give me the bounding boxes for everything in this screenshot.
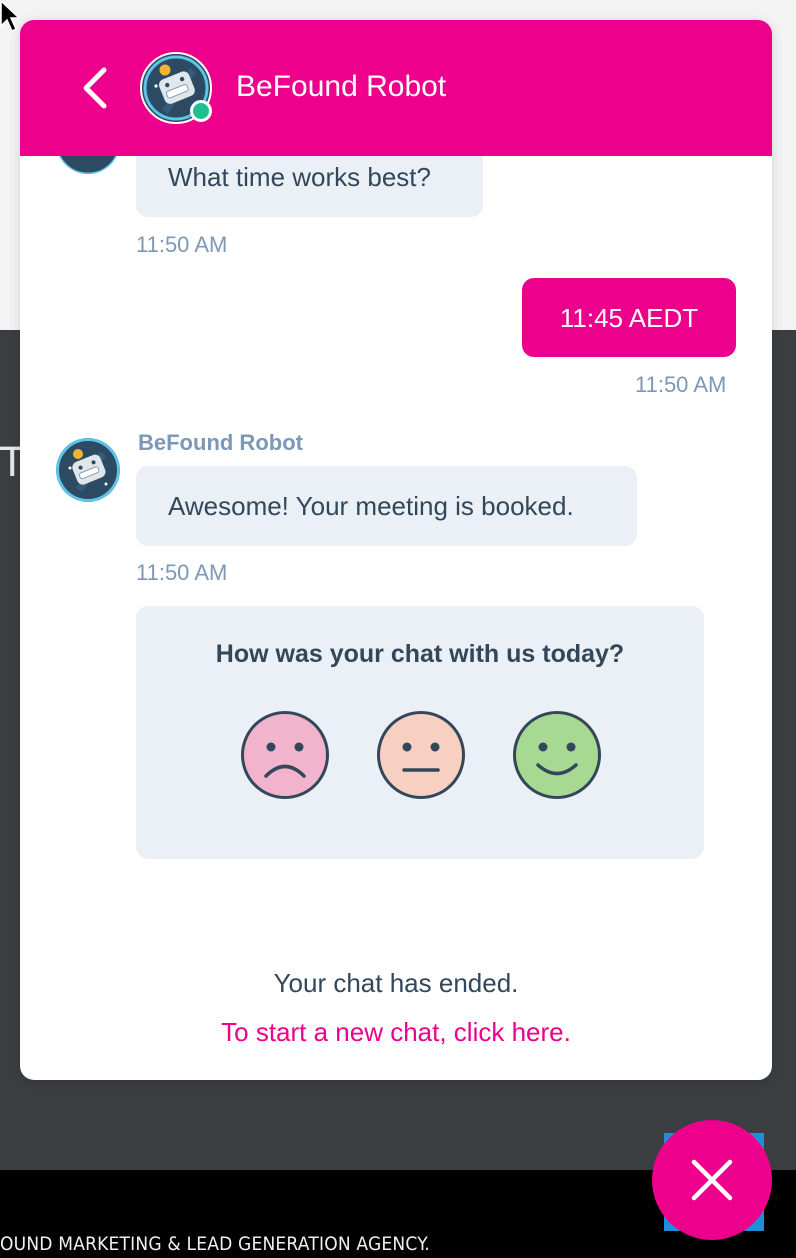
message-timestamp: 11:50 AM [635,372,727,397]
robot-icon [56,438,120,502]
mouse-cursor-icon [0,0,22,39]
sad-face-icon[interactable] [240,710,330,800]
chevron-left-icon [83,67,107,109]
neutral-face-icon[interactable] [376,710,466,800]
new-chat-link[interactable]: To start a new chat, click here. [20,1017,772,1048]
chat-header: BeFound Robot [20,20,772,156]
happy-face-icon[interactable] [512,710,602,800]
message-bubble-bot: What time works best? [136,156,483,217]
page-footer-text: OUND MARKETING & LEAD GENERATION AGENCY. [0,1233,430,1255]
header-title: BeFound Robot [236,70,447,103]
close-chat-button[interactable] [652,1120,772,1240]
message-bubble-user: 11:45 AEDT [522,278,736,357]
message-text: What time works best? [168,162,431,192]
chat-widget: What time works best? 11:50 AM 11:45 AED… [20,20,772,1080]
close-icon [691,1159,733,1201]
online-status-dot [190,100,212,122]
rating-question: How was your chat with us today? [215,640,625,668]
message-text: Awesome! Your meeting is booked. [168,491,574,521]
sender-name: BeFound Robot [138,430,303,455]
back-button[interactable] [74,64,114,112]
message-text: 11:45 AEDT [559,303,699,333]
message-timestamp: 11:50 AM [136,560,228,585]
message-bubble-bot: Awesome! Your meeting is booked. [136,466,637,546]
chat-ended-text: Your chat has ended. [273,968,519,998]
bot-avatar [56,438,120,502]
message-timestamp: 11:50 AM [136,232,228,257]
rating-card: How was your chat with us today? [136,606,704,859]
